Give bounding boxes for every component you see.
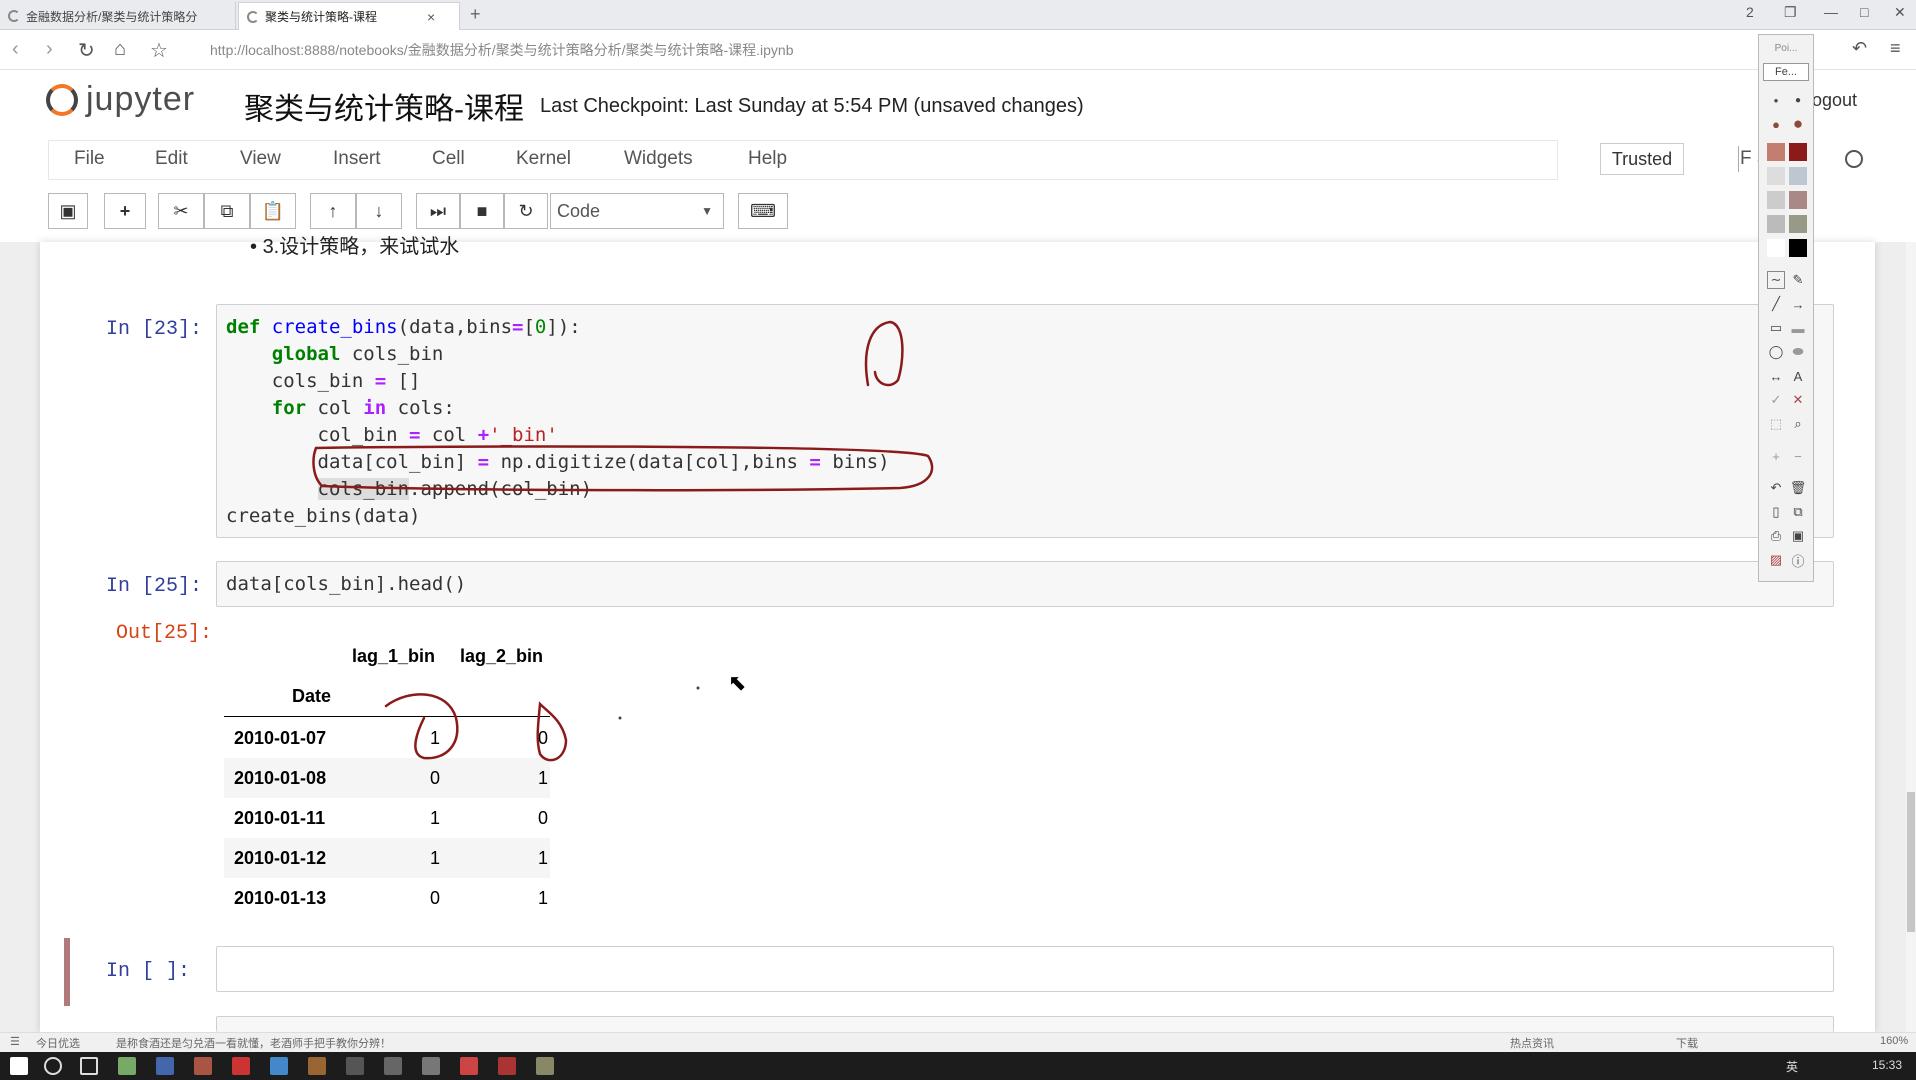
- arrow-icon[interactable]: →: [1789, 295, 1807, 313]
- palette-tab[interactable]: Fe...: [1763, 63, 1809, 81]
- status-left[interactable]: 今日优选: [36, 1035, 80, 1051]
- annotation-overlay: [312, 320, 934, 762]
- color-swatch[interactable]: [1789, 191, 1807, 209]
- info-icon[interactable]: ⓘ: [1789, 551, 1807, 569]
- brush-size-icon[interactable]: ●: [1767, 115, 1785, 133]
- news-icon[interactable]: ☰: [10, 1035, 20, 1048]
- status-message[interactable]: 是称食酒还是匀兑酒一看就懂，老酒师手把手教你分辨！: [116, 1035, 391, 1051]
- annotation-highlight-ring: [312, 445, 934, 492]
- ellipse-icon[interactable]: ◯: [1767, 343, 1785, 361]
- drawing-palette: Poi... Fe... ● ● ● ● ∼ ✎ ╱ → ▭ ▬ ◯ ⬬ ↔ A…: [1758, 34, 1814, 582]
- color-swatch[interactable]: [1789, 239, 1807, 257]
- freehand-icon[interactable]: ∼: [1767, 271, 1785, 289]
- print-icon[interactable]: ⎙: [1767, 527, 1785, 545]
- scrollbar-thumb[interactable]: [1907, 792, 1915, 932]
- app-icon[interactable]: [270, 1057, 288, 1075]
- color-swatch[interactable]: [1789, 167, 1807, 185]
- palette-title: Poi...: [1774, 42, 1798, 54]
- app-icon[interactable]: [194, 1057, 212, 1075]
- status-hot-news[interactable]: 热点资讯: [1510, 1035, 1554, 1051]
- color-swatch[interactable]: [1767, 215, 1785, 233]
- filled-rectangle-icon[interactable]: ▬: [1789, 319, 1807, 337]
- ime-indicator[interactable]: 英: [1786, 1058, 1798, 1075]
- pencil-icon[interactable]: ✎: [1789, 271, 1807, 289]
- windows-taskbar: 英 15:33: [0, 1052, 1916, 1080]
- app-icon[interactable]: [384, 1057, 402, 1075]
- plus-icon[interactable]: +: [1767, 447, 1785, 465]
- image-icon[interactable]: ▨: [1767, 551, 1785, 569]
- select-icon[interactable]: ⬚: [1767, 415, 1785, 433]
- color-swatch[interactable]: [1767, 143, 1785, 161]
- app-icon[interactable]: [460, 1057, 478, 1075]
- trash-icon[interactable]: 🗑: [1789, 479, 1807, 497]
- status-download[interactable]: 下载: [1676, 1035, 1698, 1051]
- copy-icon[interactable]: ⧉: [1789, 503, 1807, 521]
- color-swatch[interactable]: [1789, 143, 1807, 161]
- task-view-icon[interactable]: [80, 1057, 98, 1075]
- color-swatch[interactable]: [1767, 191, 1785, 209]
- app-icon[interactable]: [118, 1057, 136, 1075]
- app-icon[interactable]: [536, 1057, 554, 1075]
- color-swatch[interactable]: [1767, 239, 1785, 257]
- zoom-icon[interactable]: ⌕: [1789, 415, 1807, 433]
- double-arrow-icon[interactable]: ↔: [1767, 367, 1785, 385]
- status-zoom[interactable]: 160%: [1880, 1035, 1908, 1047]
- mouse-cursor-icon: ⬉: [728, 670, 747, 695]
- app-icon[interactable]: [346, 1057, 364, 1075]
- filled-ellipse-icon[interactable]: ⬬: [1789, 343, 1807, 361]
- rectangle-icon[interactable]: ▭: [1767, 319, 1785, 337]
- cross-icon[interactable]: ✕: [1789, 391, 1807, 409]
- save-icon[interactable]: ▣: [1789, 527, 1807, 545]
- windows-start-icon[interactable]: [10, 1057, 28, 1075]
- app-icon[interactable]: [156, 1057, 174, 1075]
- app-icon[interactable]: [232, 1057, 250, 1075]
- undo-icon[interactable]: ↶: [1767, 479, 1785, 497]
- line-icon[interactable]: ╱: [1767, 295, 1785, 313]
- app-icon[interactable]: [308, 1057, 326, 1075]
- medium-dot-icon[interactable]: ●: [1789, 91, 1807, 109]
- color-swatch[interactable]: [1789, 215, 1807, 233]
- minus-icon[interactable]: −: [1789, 447, 1807, 465]
- color-swatch[interactable]: [1767, 167, 1785, 185]
- annotation-zero-stroke: [864, 320, 904, 387]
- small-dot-icon[interactable]: ●: [1767, 91, 1785, 109]
- text-icon[interactable]: A: [1789, 367, 1807, 385]
- check-icon[interactable]: ✓: [1767, 391, 1785, 409]
- new-page-icon[interactable]: ▯: [1767, 503, 1785, 521]
- annotation-circle-zero: [536, 701, 568, 762]
- annotation-circle-one: [384, 693, 459, 760]
- brush-size-large-icon[interactable]: ●: [1789, 114, 1807, 133]
- app-icon[interactable]: [498, 1057, 516, 1075]
- app-icon[interactable]: [422, 1057, 440, 1075]
- clock[interactable]: 15:33: [1872, 1058, 1902, 1072]
- search-icon[interactable]: [44, 1057, 62, 1075]
